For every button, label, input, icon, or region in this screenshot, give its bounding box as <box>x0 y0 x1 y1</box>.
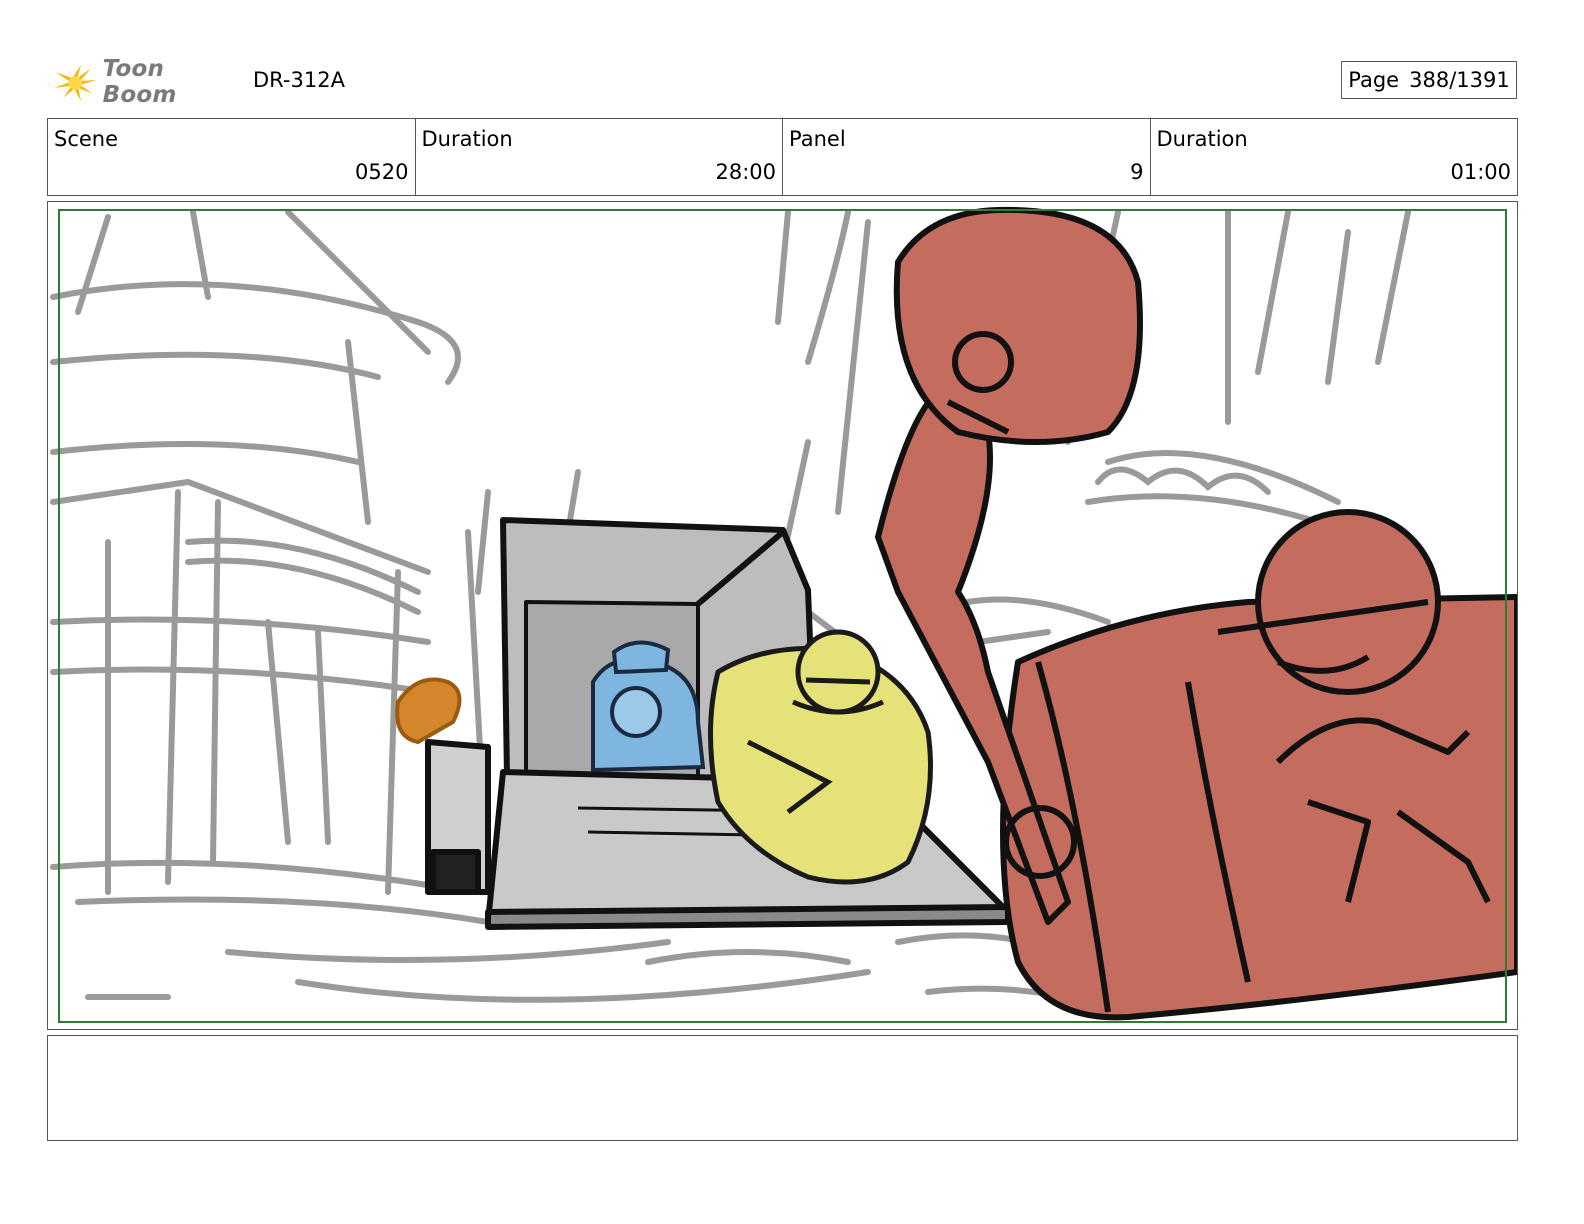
panel-label: Panel <box>789 127 846 151</box>
scene-cell: Scene 0520 <box>48 119 416 195</box>
panel-duration-value: 01:00 <box>1450 160 1511 184</box>
scene-label: Scene <box>54 127 119 151</box>
scene-duration-cell: Duration 28:00 <box>416 119 783 195</box>
scene-value: 0520 <box>355 160 409 184</box>
production-code: DR-312A <box>253 68 345 92</box>
storyboard-info-table: Scene 0520 Duration 28:00 Panel 9 Durati… <box>47 118 1518 196</box>
page-label: Page <box>1348 68 1400 92</box>
panel-sketch <box>50 206 1517 1023</box>
panel-duration-cell: Duration 01:00 <box>1151 119 1518 195</box>
storyboard-panel <box>47 201 1518 1030</box>
panel-value: 9 <box>1130 160 1144 184</box>
page-indicator: Page 388/1391 <box>1341 61 1517 99</box>
toon-boom-logo: Toon Boom <box>52 56 242 108</box>
orange-creature <box>395 677 462 745</box>
scene-duration-value: 28:00 <box>715 160 776 184</box>
starburst-icon <box>53 64 97 102</box>
scene-duration-label: Duration <box>421 127 513 151</box>
panel-cell: Panel 9 <box>783 119 1151 195</box>
logo-text: Toon Boom <box>102 56 177 108</box>
page-number: 388/1391 <box>1409 68 1510 92</box>
action-notes-box <box>47 1035 1518 1141</box>
panel-duration-label: Duration <box>1156 127 1248 151</box>
